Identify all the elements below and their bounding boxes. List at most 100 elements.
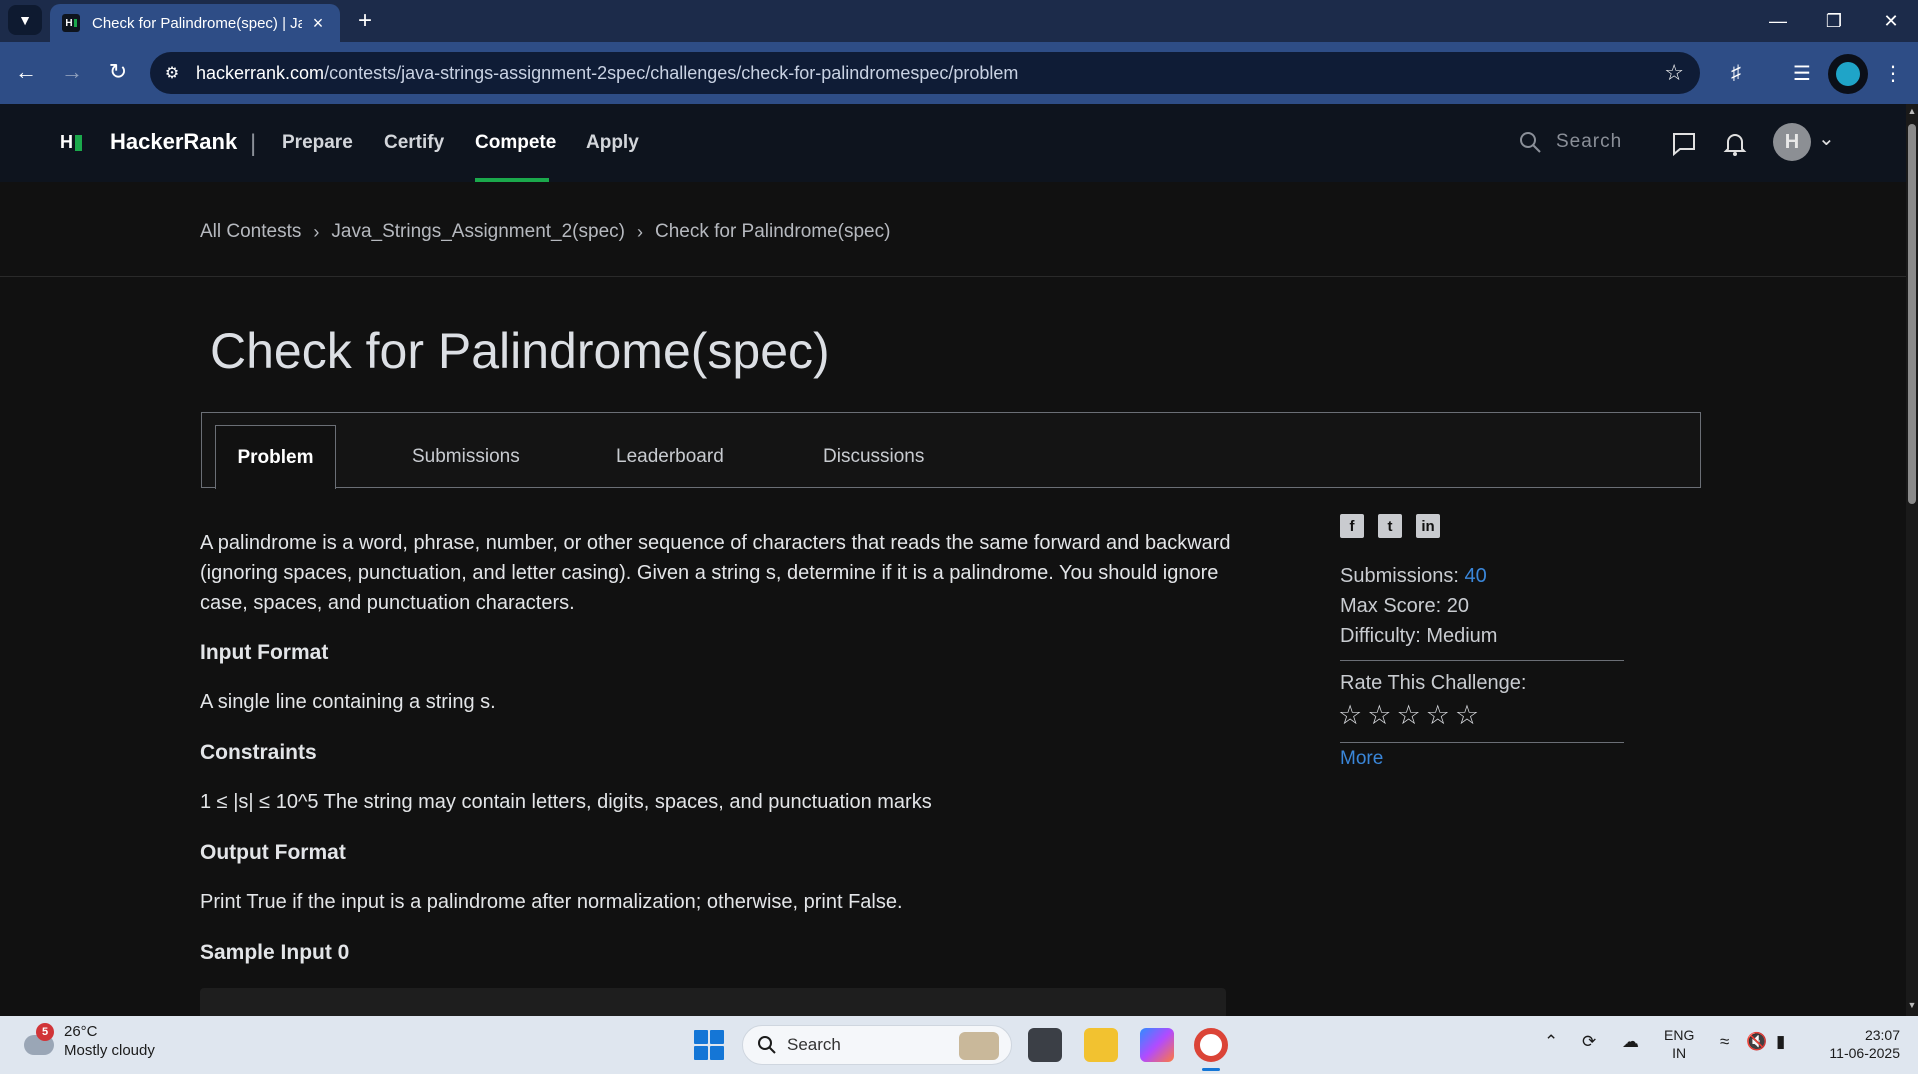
notification-badge: 5 [36,1023,54,1041]
show-hidden-icons-chevron-icon[interactable]: ⌃ [1544,1032,1558,1052]
browser-toolbar: ← → ↻ ⚙ hackerrank.com/contests/java-str… [0,42,1918,104]
hackerrank-wordmark[interactable]: HackerRank [110,129,237,155]
search-highlight-icon [959,1032,999,1060]
forward-button[interactable]: → [56,56,88,88]
nav-link-apply[interactable]: Apply [586,132,639,154]
hackerrank-logo[interactable]: H [60,132,82,153]
site-search[interactable]: Search [1518,130,1622,154]
onedrive-offline-icon[interactable]: ☁ [1622,1032,1639,1052]
bookmark-star-icon[interactable]: ☆ [1664,60,1684,86]
new-tab-button[interactable]: + [350,6,380,36]
output-format-text: Print True if the input is a palindrome … [200,891,903,913]
tab-search-button[interactable]: ▼ [8,5,42,35]
battery-icon[interactable]: ▮ [1776,1032,1785,1052]
scroll-up-arrow-icon[interactable]: ▲ [1907,106,1917,118]
star-icon-4[interactable]: ☆ [1426,700,1450,731]
nav-link-certify[interactable]: Certify [384,132,444,154]
browser-menu-icon[interactable]: ⋮ [1876,56,1910,90]
system-clock[interactable]: 23:07 11-06-2025 [1816,1026,1900,1062]
user-avatar[interactable]: H [1773,123,1811,161]
sidebar-divider [1340,660,1624,661]
browser-tab-active[interactable]: H Check for Palindrome(spec) | Ja × [50,4,340,42]
input-language-indicator[interactable]: ENG IN [1664,1026,1694,1062]
clock-time: 23:07 [1864,1027,1900,1043]
browser-profile-avatar[interactable] [1828,54,1868,94]
taskbar-search[interactable]: Search [742,1025,1012,1065]
facebook-icon[interactable]: f [1340,514,1364,538]
chevron-down-icon: ▼ [18,12,32,28]
share-buttons: f t in [1340,514,1440,538]
sync-icon[interactable]: ⟳ [1582,1032,1596,1052]
tab-submissions[interactable]: Submissions [412,425,520,489]
messages-icon[interactable] [1668,128,1700,160]
url-text[interactable]: hackerrank.com/contests/java-strings-ass… [196,63,1018,84]
weather-description: Mostly cloudy [64,1042,155,1059]
star-icon-3[interactable]: ☆ [1396,700,1420,731]
file-explorer-icon[interactable] [1084,1028,1118,1062]
hackerrank-favicon-icon: H [62,14,80,32]
close-tab-icon[interactable]: × [308,13,328,33]
constraints-heading: Constraints [200,741,317,764]
tab-discussions[interactable]: Discussions [823,425,924,489]
search-placeholder: Search [1556,131,1623,152]
more-link[interactable]: More [1340,748,1383,770]
star-icon-5[interactable]: ☆ [1455,700,1479,731]
reload-button[interactable]: ↻ [102,56,134,88]
chevron-right-icon: › [313,221,320,242]
sidebar-divider [1340,742,1624,743]
chevron-down-icon[interactable]: ⌄ [1818,126,1835,151]
constraints-text: 1 ≤ |s| ≤ 10^5 The string may contain le… [200,791,932,813]
cloud-icon: 5 [20,1023,56,1059]
wifi-icon[interactable]: ≈ [1720,1032,1729,1052]
volume-muted-icon[interactable]: 🔇 [1746,1032,1767,1052]
minimize-window-button[interactable]: — [1751,0,1805,42]
site-info-icon[interactable]: ⚙ [154,55,190,91]
notifications-bell-icon[interactable] [1719,128,1751,160]
windows-start-icon[interactable] [694,1030,724,1060]
back-button[interactable]: ← [10,56,42,88]
breadcrumb-bar: All Contests › Java_Strings_Assignment_2… [0,182,1906,277]
star-icon-1[interactable]: ☆ [1338,700,1362,731]
challenge-tabs: Problem Submissions Leaderboard Discussi… [201,412,1701,489]
problem-description: A palindrome is a word, phrase, number, … [200,532,1231,614]
page-title: Check for Palindrome(spec) [210,323,830,379]
tab-title: Check for Palindrome(spec) | Ja [92,14,302,32]
tab-leaderboard[interactable]: Leaderboard [616,425,724,489]
page-scrollbar[interactable]: ▲ ▼ [1906,104,1918,1016]
star-icon-2[interactable]: ☆ [1367,700,1391,731]
restore-window-button[interactable]: ❐ [1807,0,1861,42]
windows-taskbar: 5 26°C Mostly cloudy Search ⌃ ⟳ ☁ ENG IN… [0,1016,1918,1074]
chrome-icon[interactable] [1194,1028,1228,1062]
copilot-icon[interactable] [1140,1028,1174,1062]
rate-challenge-label: Rate This Challenge: [1340,672,1527,694]
breadcrumb-all-contests[interactable]: All Contests [200,221,301,243]
difficulty-stat: Difficulty: Medium [1340,625,1498,647]
input-format-heading: Input Format [200,641,329,664]
sample-input-code-block [200,988,1226,1016]
task-view-icon[interactable] [1028,1028,1062,1062]
output-format-heading: Output Format [200,841,346,864]
close-window-button[interactable]: ✕ [1864,0,1918,42]
linkedin-icon[interactable]: in [1416,514,1440,538]
media-controls-icon[interactable]: ☰ [1785,56,1819,90]
tab-problem[interactable]: Problem [215,425,336,489]
max-score-stat: Max Score: 20 [1340,595,1469,617]
address-bar[interactable]: ⚙ hackerrank.com/contests/java-strings-a… [150,52,1700,94]
search-icon [758,1036,776,1054]
nav-link-compete[interactable]: Compete [475,132,556,154]
nav-link-prepare[interactable]: Prepare [282,132,353,154]
scrollbar-thumb[interactable] [1908,124,1916,504]
nav-separator: | [250,130,257,157]
weather-widget[interactable]: 5 26°C Mostly cloudy [20,1022,155,1060]
scroll-down-arrow-icon[interactable]: ▼ [1907,1000,1917,1012]
active-app-indicator [1202,1068,1220,1071]
site-header: H HackerRank | Prepare Certify Compete A… [0,104,1906,182]
twitter-icon[interactable]: t [1378,514,1402,538]
extensions-icon[interactable]: ♯ [1719,56,1753,90]
breadcrumb: All Contests › Java_Strings_Assignment_2… [200,221,890,243]
breadcrumb-contest[interactable]: Java_Strings_Assignment_2(spec) [331,221,625,243]
breadcrumb-challenge[interactable]: Check for Palindrome(spec) [655,221,890,243]
hackerrank-logo-icon: H [60,132,82,153]
submissions-count-link[interactable]: 40 [1465,565,1487,587]
weather-temperature: 26°C [64,1023,98,1040]
